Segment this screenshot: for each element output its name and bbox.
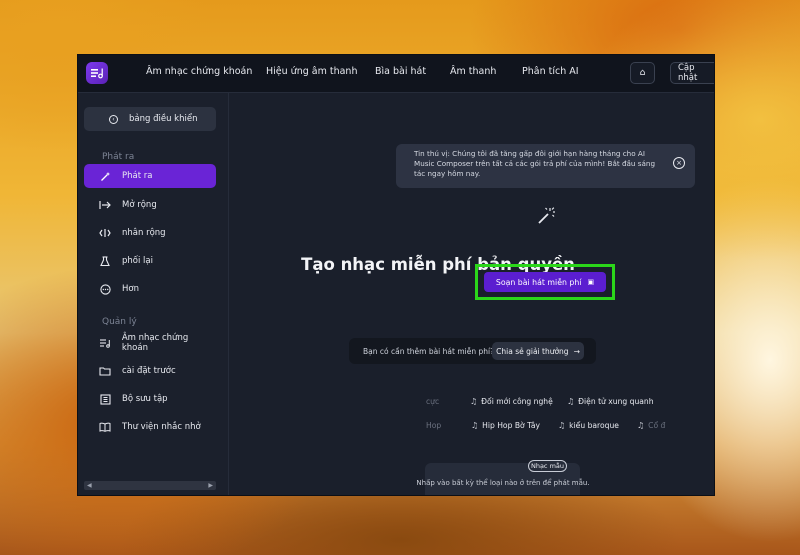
flask-icon bbox=[98, 255, 112, 267]
sidebar-item-remix[interactable]: phối lại bbox=[84, 249, 216, 273]
expand-arrow-icon bbox=[98, 200, 112, 210]
genre-label: Đối mới công nghệ bbox=[481, 397, 553, 406]
replicate-icon bbox=[98, 228, 112, 238]
sidebar-item-label: Âm nhạc chứng khoán bbox=[121, 333, 189, 353]
arrow-right-icon: → bbox=[573, 346, 580, 356]
sidebar-item-label: Phát ra bbox=[122, 171, 153, 181]
book-icon bbox=[98, 422, 112, 432]
compose-label: Soạn bài hát miễn phí bbox=[495, 277, 582, 287]
nav-sound-effects[interactable]: Hiệu ứng âm thanh bbox=[266, 66, 357, 77]
sidebar-item-prompt-library[interactable]: Thư viện nhắc nhở bbox=[84, 415, 216, 439]
sidebar-item-replicate[interactable]: nhân rộng bbox=[84, 221, 216, 245]
notice-text: Tin thú vị: Chúng tôi đã tăng gấp đôi gi… bbox=[414, 149, 656, 178]
music-note-icon: ♫ bbox=[558, 421, 566, 430]
sample-hint: Nhấp vào bất kỳ thể loại nào ở trên để p… bbox=[416, 479, 590, 487]
music-note-icon: ♫ bbox=[567, 397, 575, 406]
magic-wand-icon bbox=[536, 206, 556, 230]
music-note-icon: ♫ bbox=[637, 421, 645, 430]
wand-icon bbox=[98, 171, 112, 182]
genre-label: Điện tử xung quanh bbox=[578, 397, 654, 406]
promo-text: Bạn có cần thêm bài hát miễn phí? bbox=[363, 346, 495, 356]
nav-song-covers[interactable]: Bìa bài hát bbox=[375, 66, 426, 77]
genre-label: kiểu baroque bbox=[569, 421, 619, 430]
nav-ai-analysis[interactable]: Phân tích AI bbox=[522, 66, 579, 77]
compose-free-song-button[interactable]: Soạn bài hát miễn phí ▣ bbox=[484, 272, 606, 292]
notice-banner: Tin thú vị: Chúng tôi đã tăng gấp đôi gi… bbox=[396, 144, 695, 188]
sidebar-item-presets[interactable]: cài đặt trước bbox=[84, 359, 216, 383]
sidebar-item-extend[interactable]: Mở rộng bbox=[84, 193, 216, 217]
genre-chip[interactable]: ♫ Hip Hop Bờ Tây bbox=[471, 421, 540, 430]
scroll-left-icon[interactable]: ◀ bbox=[87, 482, 92, 489]
main-panel: Tin thú vị: Chúng tôi đã tăng gấp đôi gi… bbox=[229, 93, 714, 495]
nav-audio[interactable]: Âm thanh bbox=[450, 66, 496, 77]
collection-icon bbox=[98, 393, 112, 405]
more-icon bbox=[98, 283, 112, 295]
sidebar-item-more[interactable]: Hơn bbox=[84, 277, 216, 301]
dashboard-label: bảng điều khiển bbox=[129, 114, 198, 124]
genre-chip[interactable]: ♫ Đối mới công nghệ bbox=[470, 397, 553, 406]
sidebar-item-collection[interactable]: Bộ sưu tập bbox=[84, 387, 216, 411]
genre-label: Hop bbox=[426, 421, 442, 430]
sidebar-item-label: phối lại bbox=[122, 256, 153, 266]
sidebar-item-generate[interactable]: Phát ra bbox=[84, 164, 216, 188]
folder-icon bbox=[98, 366, 112, 376]
dashboard-button[interactable]: ‹ bảng điều khiển bbox=[84, 107, 216, 131]
genre-label: cực bbox=[426, 397, 440, 406]
back-circle-icon: ‹ bbox=[109, 114, 118, 124]
genre-label: Hip Hop Bờ Tây bbox=[482, 421, 540, 430]
sidebar: ‹ bảng điều khiển Phát ra Phát ra Mở rộn… bbox=[78, 93, 229, 495]
genre-label: Cổ đ bbox=[648, 421, 666, 430]
promo-bar: Bạn có cần thêm bài hát miễn phí? Chia s… bbox=[349, 338, 596, 364]
close-icon[interactable]: × bbox=[673, 157, 685, 169]
section-manage-label: Quản lý bbox=[102, 317, 137, 327]
sidebar-item-label: Hơn bbox=[122, 284, 139, 294]
sidebar-item-stock-music[interactable]: Âm nhạc chứng khoán bbox=[84, 331, 216, 355]
genre-chip[interactable]: ♫ kiểu baroque bbox=[558, 421, 619, 430]
share-rewards-button[interactable]: Chia sẻ giải thưởng → bbox=[492, 342, 584, 360]
app-logo-icon[interactable] bbox=[86, 62, 108, 84]
section-create-label: Phát ra bbox=[102, 152, 135, 162]
sample-tag: Nhạc mẫu bbox=[528, 460, 567, 472]
bank-button[interactable]: ⌂ bbox=[630, 62, 655, 84]
genre-chip[interactable]: ♫ Cổ đ bbox=[637, 421, 665, 430]
update-button[interactable]: Cập nhật bbox=[670, 62, 714, 84]
highlight-box: Soạn bài hát miễn phí ▣ bbox=[475, 264, 615, 300]
music-note-icon: ♫ bbox=[470, 397, 478, 406]
genre-chip[interactable]: cực bbox=[426, 397, 439, 406]
share-rewards-label: Chia sẻ giải thưởng bbox=[496, 346, 569, 356]
sidebar-item-label: Mở rộng bbox=[122, 200, 157, 210]
genre-chip[interactable]: ♫ Điện tử xung quanh bbox=[567, 397, 654, 406]
sidebar-item-label: nhân rộng bbox=[122, 228, 166, 238]
gift-icon: ▣ bbox=[587, 278, 595, 286]
scroll-right-icon[interactable]: ▶ bbox=[208, 482, 213, 489]
music-note-icon: ♫ bbox=[471, 421, 479, 430]
sidebar-item-label: cài đặt trước bbox=[122, 366, 176, 376]
app-window: Âm nhạc chứng khoán Hiệu ứng âm thanh Bì… bbox=[78, 55, 714, 495]
genre-chip[interactable]: Hop bbox=[426, 421, 441, 430]
sidebar-scrollbar[interactable]: ◀ ▶ bbox=[84, 481, 216, 490]
music-list-icon bbox=[98, 338, 112, 348]
nav-stock-music[interactable]: Âm nhạc chứng khoán bbox=[146, 66, 252, 77]
sidebar-item-label: Bộ sưu tập bbox=[122, 394, 168, 404]
bank-icon: ⌂ bbox=[639, 68, 646, 78]
top-bar: Âm nhạc chứng khoán Hiệu ứng âm thanh Bì… bbox=[78, 55, 714, 93]
sidebar-item-label: Thư viện nhắc nhở bbox=[122, 422, 201, 432]
